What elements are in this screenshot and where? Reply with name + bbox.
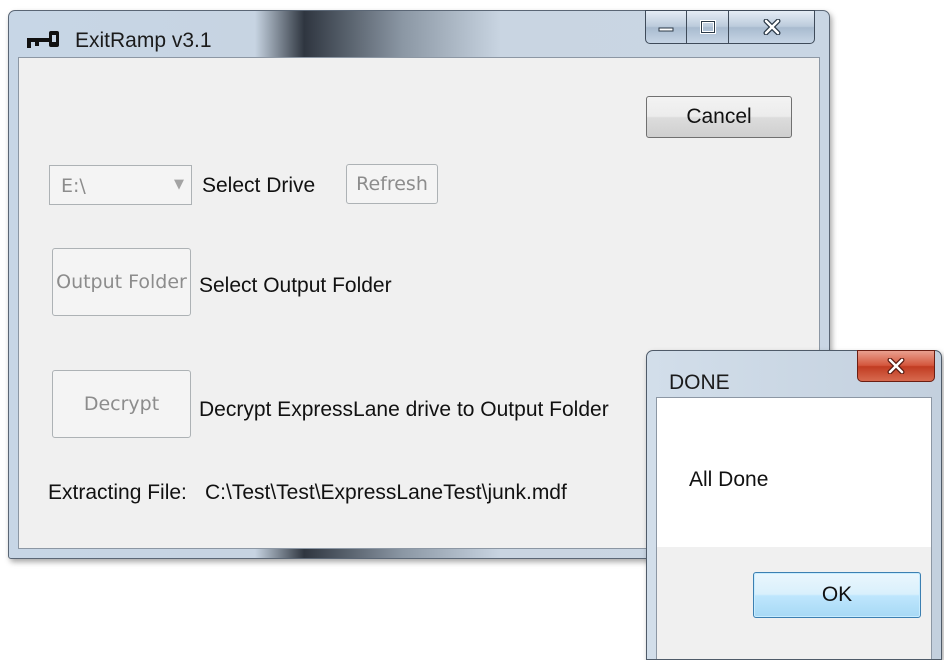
extracting-file-label: Extracting File:: [48, 481, 187, 504]
caption-buttons: [645, 10, 815, 46]
dialog-client-area: All Done OK: [656, 397, 932, 659]
key-icon: [27, 31, 59, 48]
dialog-message: All Done: [689, 468, 769, 491]
chevron-down-icon: ▼: [174, 177, 184, 192]
dialog-title: DONE: [669, 371, 730, 394]
decrypt-description-label: Decrypt ExpressLane drive to Output Fold…: [199, 398, 609, 421]
drive-select-value: E:\: [61, 175, 86, 197]
close-icon: [763, 19, 780, 35]
dialog-close-button[interactable]: [857, 350, 935, 382]
select-drive-label: Select Drive: [202, 174, 316, 197]
output-folder-button[interactable]: Output Folder: [52, 248, 191, 316]
maximize-icon: [699, 20, 716, 34]
decrypt-button[interactable]: Decrypt: [52, 370, 191, 438]
cancel-button[interactable]: Cancel: [646, 96, 792, 138]
close-button[interactable]: [729, 10, 815, 44]
minimize-button[interactable]: [645, 10, 687, 44]
extracting-file-path: C:\Test\Test\ExpressLaneTest\junk.mdf: [205, 481, 567, 504]
done-dialog: DONE All Done OK: [646, 350, 942, 660]
close-icon: [887, 358, 905, 374]
minimize-icon: [658, 27, 674, 32]
ok-button[interactable]: OK: [753, 572, 921, 618]
drive-select[interactable]: E:\ ▼: [49, 165, 192, 205]
maximize-button[interactable]: [687, 10, 729, 44]
title-bar[interactable]: ExitRamp v3.1: [9, 10, 829, 57]
window-title: ExitRamp v3.1: [75, 29, 212, 52]
output-folder-label: Select Output Folder: [199, 274, 392, 297]
refresh-button[interactable]: Refresh: [346, 164, 438, 204]
